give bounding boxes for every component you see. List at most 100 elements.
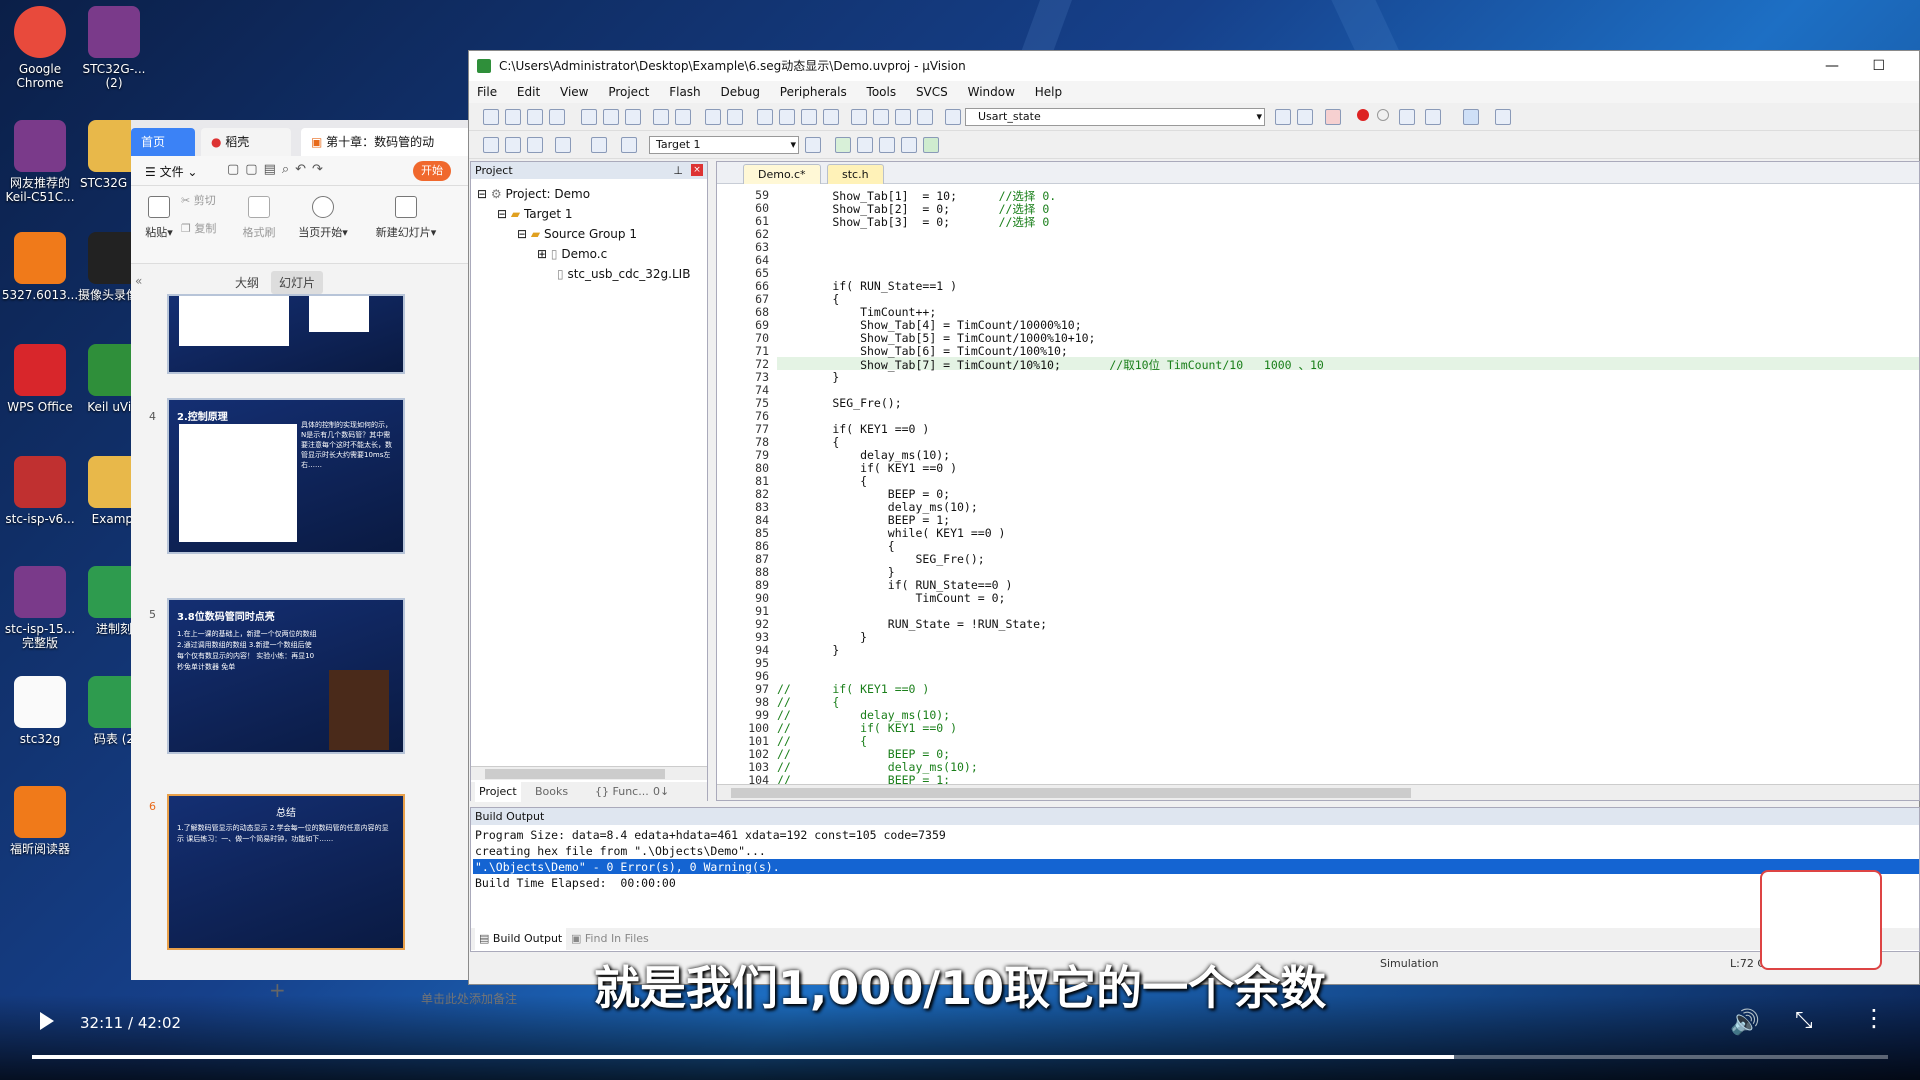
tab-stc-h[interactable]: stc.h: [827, 164, 884, 184]
save-all-icon[interactable]: [549, 109, 565, 125]
play-icon[interactable]: [40, 1012, 54, 1030]
menu-flash[interactable]: Flash: [669, 85, 700, 99]
wps-tab-document[interactable]: ▣ 第十章：数码管的动: [301, 128, 471, 156]
find-in-files-icon[interactable]: [945, 109, 961, 125]
slide-thumbnail-4[interactable]: 2.控制原理 具体的控制的实现如何的示，N是示有几个数码管？其中需要注意每个这时…: [167, 398, 405, 554]
code-line[interactable]: BEEP = 0;: [777, 487, 950, 501]
outline-tab[interactable]: 大纲: [235, 274, 259, 291]
indent-icon[interactable]: [851, 109, 867, 125]
cut-button[interactable]: ✂ 剪切: [181, 192, 241, 208]
code-line[interactable]: {: [777, 292, 839, 306]
tab-build-output[interactable]: ▤ Build Output: [475, 928, 567, 950]
code-line[interactable]: // if( KEY1 ==0 ): [777, 721, 957, 735]
kill-breakpoints-icon[interactable]: [1399, 109, 1415, 125]
code-line[interactable]: // delay_ms(10);: [777, 708, 950, 722]
batch-build-icon[interactable]: [555, 137, 571, 153]
wps-menu-start[interactable]: 开始: [413, 161, 451, 181]
code-line[interactable]: BEEP = 1;: [777, 513, 950, 527]
new-file-icon[interactable]: [483, 109, 499, 125]
code-line[interactable]: delay_ms(10);: [777, 500, 978, 514]
code-line[interactable]: Show_Tab[4] = TimCount/10000%10;: [777, 318, 1082, 332]
code-line[interactable]: if( RUN_State==1 ): [777, 279, 957, 293]
menu-tools[interactable]: Tools: [867, 85, 897, 99]
paste-button[interactable]: 粘贴▾: [137, 196, 181, 240]
minimize-icon[interactable]: —: [1825, 51, 1839, 81]
horizontal-scrollbar[interactable]: [471, 766, 707, 780]
wps-menu-file[interactable]: 文件: [160, 165, 184, 179]
desktop-icon[interactable]: 5327.6013...: [0, 232, 80, 302]
code-line[interactable]: Show_Tab[3] = 0; //选择 0: [777, 214, 1049, 230]
save-icon[interactable]: [527, 109, 543, 125]
menu-project[interactable]: Project: [608, 85, 649, 99]
tree-item-target[interactable]: ⊟ ▰ Target 1: [497, 204, 573, 224]
copy-button[interactable]: ❐ 复制: [181, 220, 241, 236]
code-line[interactable]: SEG_Fre();: [777, 396, 901, 410]
code-line[interactable]: SEG_Fre();: [777, 552, 984, 566]
uncomment-icon[interactable]: [917, 109, 933, 125]
tab-find-in-files[interactable]: ▣ Find In Files: [571, 928, 649, 950]
maximize-icon[interactable]: ☐: [1872, 51, 1885, 81]
code-line[interactable]: while( KEY1 ==0 ): [777, 526, 1006, 540]
slide-thumbnail-6[interactable]: 总结 1.了解数码管显示的动态显示 2.学会每一位的数码管的任意内容的显示 课后…: [167, 794, 405, 950]
incremental-find-icon[interactable]: [1297, 109, 1313, 125]
code-line[interactable]: // {: [777, 734, 867, 748]
desktop-icon[interactable]: 福昕阅读器: [0, 786, 80, 856]
select-packs-icon[interactable]: [879, 137, 895, 153]
exit-fullscreen-icon[interactable]: ⤡: [1795, 1008, 1813, 1033]
close-icon[interactable]: ×: [691, 164, 703, 176]
code-line[interactable]: }: [777, 643, 839, 657]
wps-tab-home[interactable]: 首页: [131, 128, 195, 156]
code-line[interactable]: TimCount++;: [777, 305, 936, 319]
menu-svcs[interactable]: SVCS: [916, 85, 948, 99]
code-line[interactable]: if( KEY1 ==0 ): [777, 461, 957, 475]
volume-icon[interactable]: 🔊: [1730, 1008, 1760, 1036]
pack-installer-icon[interactable]: [901, 137, 917, 153]
code-line[interactable]: TimCount = 0;: [777, 591, 1005, 605]
tree-item-lib[interactable]: ▯ stc_usb_cdc_32g.LIB: [557, 264, 690, 284]
manage-rte-icon[interactable]: [923, 137, 939, 153]
manage-components-icon[interactable]: [835, 137, 851, 153]
desktop-icon[interactable]: stc-isp-15... 完整版: [0, 566, 80, 650]
format-painter-button[interactable]: 格式刷: [237, 196, 281, 240]
menu-debug[interactable]: Debug: [720, 85, 759, 99]
disable-breakpoint-icon[interactable]: [1377, 109, 1389, 121]
configure-icon[interactable]: [1495, 109, 1511, 125]
find-combo[interactable]: Usart_state ▾: [965, 108, 1265, 126]
tree-item-project[interactable]: ⊟ ⚙ Project: Demo: [477, 184, 590, 204]
target-select[interactable]: Target 1 ▾: [649, 136, 799, 154]
desktop-icon[interactable]: 网友推荐的 Keil-C51C...: [0, 120, 80, 204]
code-line[interactable]: RUN_State = !RUN_State;: [777, 617, 1047, 631]
open-icon[interactable]: [505, 109, 521, 125]
code-line[interactable]: Show_Tab[7] = TimCount/10%10; //取10位 Tim…: [777, 357, 1324, 373]
pin-icon[interactable]: ⊥: [673, 162, 683, 179]
code-line[interactable]: delay_ms(10);: [777, 448, 950, 462]
code-line[interactable]: {: [777, 474, 867, 488]
debug-session-icon[interactable]: [1325, 109, 1341, 125]
redo-icon[interactable]: [675, 109, 691, 125]
editor-horizontal-scrollbar[interactable]: [717, 784, 1919, 800]
slide-thumbnail-3[interactable]: [167, 294, 405, 374]
desktop-icon[interactable]: Google Chrome: [0, 6, 80, 90]
breakpoint-icon[interactable]: [1357, 109, 1369, 121]
translate-icon[interactable]: [483, 137, 499, 153]
next-bookmark-icon[interactable]: [801, 109, 817, 125]
code-line[interactable]: Show_Tab[6] = TimCount/100%10;: [777, 344, 1068, 358]
target-options-icon[interactable]: [805, 137, 821, 153]
manage-breakpoints-icon[interactable]: [1425, 109, 1441, 125]
code-line[interactable]: // delay_ms(10);: [777, 760, 978, 774]
play-from-current-button[interactable]: 当页开始▾: [291, 196, 355, 240]
code-line[interactable]: // if( KEY1 ==0 ): [777, 682, 929, 696]
code-line[interactable]: if( KEY1 ==0 ): [777, 422, 929, 436]
paste-icon[interactable]: [625, 109, 641, 125]
desktop-icon[interactable]: STC32G-... (2): [74, 6, 154, 90]
rebuild-icon[interactable]: [527, 137, 543, 153]
tab-demo-c[interactable]: Demo.c*: [743, 164, 821, 184]
find-icon[interactable]: [1275, 109, 1291, 125]
menu-file[interactable]: File: [477, 85, 497, 99]
slides-tab[interactable]: 幻灯片: [271, 271, 324, 294]
unindent-icon[interactable]: [873, 109, 889, 125]
forward-icon[interactable]: [727, 109, 743, 125]
tab-books[interactable]: Books: [535, 782, 568, 802]
wps-tab-daoke[interactable]: ● 稻壳: [201, 128, 291, 156]
code-line[interactable]: }: [777, 630, 867, 644]
